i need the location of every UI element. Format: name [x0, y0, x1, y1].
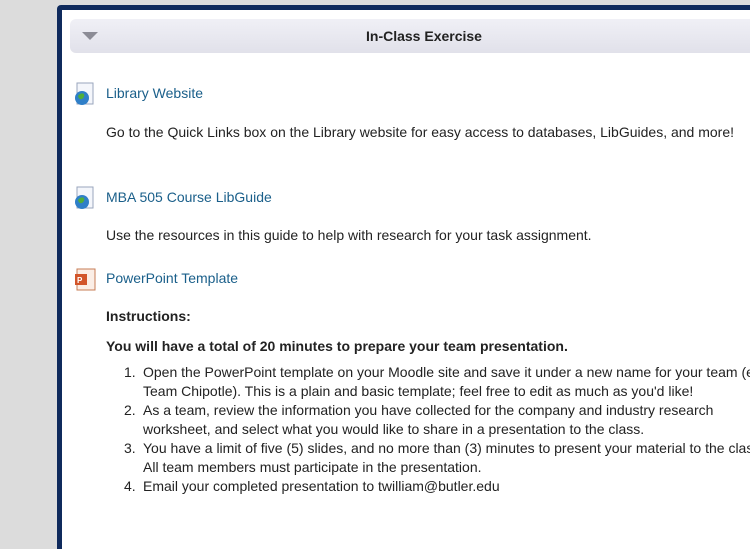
step-number: 3. [124, 440, 136, 456]
instruction-step: 2. As a team, review the information you … [106, 401, 750, 439]
globe-url-icon[interactable] [74, 186, 98, 210]
section-title: In-Class Exercise [366, 28, 482, 44]
step-text: As a team, review the information you ha… [143, 402, 714, 437]
instructions-list: 1. Open the PowerPoint template on your M… [106, 363, 750, 496]
step-number: 4. [124, 478, 136, 494]
step-text: Email your completed presentation to twi… [143, 478, 500, 494]
course-section-panel: In-Class Exercise Library Website Go to … [62, 10, 750, 549]
collapse-toggle-icon[interactable] [82, 32, 98, 40]
instructions-heading: Instructions: [106, 308, 191, 324]
step-text: Open the PowerPoint template on your Moo… [143, 364, 750, 399]
step-number: 2. [124, 402, 136, 418]
powerpoint-file-icon[interactable]: P [74, 268, 98, 292]
globe-url-icon[interactable] [74, 82, 98, 106]
section-header[interactable]: In-Class Exercise [70, 19, 750, 53]
svg-text:P: P [77, 276, 83, 285]
activity-description: Use the resources in this guide to help … [106, 227, 592, 243]
activity-link-powerpoint-template[interactable]: PowerPoint Template [106, 270, 238, 286]
instructions-subheading: You will have a total of 20 minutes to p… [106, 338, 568, 354]
step-number: 1. [124, 364, 136, 380]
activity-link-library-website[interactable]: Library Website [106, 85, 203, 101]
step-text: You have a limit of five (5) slides, and… [143, 440, 750, 475]
instruction-step: 1. Open the PowerPoint template on your M… [106, 363, 750, 401]
activity-link-mba-505-libguide[interactable]: MBA 505 Course LibGuide [106, 189, 272, 205]
activity-description: Go to the Quick Links box on the Library… [106, 124, 735, 140]
instruction-step: 3. You have a limit of five (5) slides, a… [106, 439, 750, 477]
instruction-step: 4. Email your completed presentation to t… [106, 477, 750, 496]
